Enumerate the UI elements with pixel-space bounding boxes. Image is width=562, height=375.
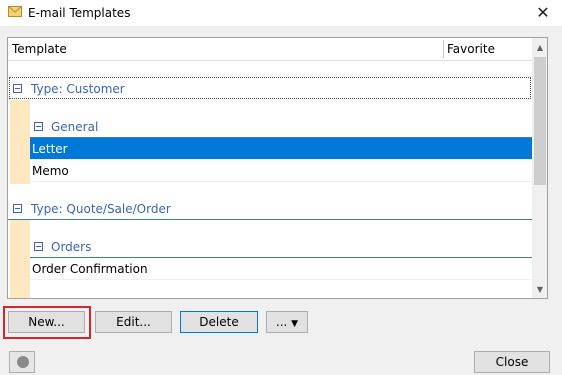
title-bar: E-mail Templates ✕ [0, 0, 562, 26]
column-separator[interactable] [443, 40, 444, 58]
envelope-icon [8, 6, 22, 17]
grid-rows: Type: Customer General Letter Memo Type:… [8, 60, 532, 298]
group-row-customer[interactable]: Type: Customer [8, 76, 532, 100]
subgroup-row-general[interactable]: General [30, 114, 532, 138]
template-name-cell: Memo [32, 164, 69, 178]
edit-button[interactable]: Edit... [95, 311, 172, 333]
table-row-letter[interactable]: Letter [30, 138, 532, 160]
scrollbar-thumb[interactable] [534, 57, 546, 185]
templates-grid: Template Favorite Type: Customer General… [7, 37, 548, 299]
group-divider [8, 219, 532, 220]
window-close-button[interactable]: ✕ [533, 3, 553, 23]
group-label: Type: Customer [31, 82, 125, 96]
column-header-template[interactable]: Template [12, 42, 67, 56]
subgroup-label: Orders [51, 240, 92, 254]
group-row-quote-sale-order[interactable]: Type: Quote/Sale/Order [8, 196, 532, 220]
subgroup-label: General [51, 120, 99, 134]
status-button[interactable] [9, 351, 35, 373]
more-button[interactable]: ... ▼ [266, 311, 308, 333]
window-title: E-mail Templates [28, 6, 131, 20]
delete-button[interactable]: Delete [180, 311, 258, 333]
collapse-icon[interactable] [34, 242, 43, 251]
template-name-cell: Letter [32, 142, 68, 156]
close-icon: ✕ [536, 3, 550, 22]
chevron-down-icon: ▼ [291, 319, 299, 329]
collapse-icon[interactable] [34, 122, 43, 131]
grid-header: Template Favorite [8, 38, 532, 61]
close-button[interactable]: Close [474, 351, 550, 373]
column-header-favorite[interactable]: Favorite [447, 42, 495, 56]
indent-bar [10, 100, 30, 184]
collapse-icon[interactable] [13, 84, 22, 93]
vertical-scrollbar[interactable]: ▲ ▼ [532, 38, 547, 298]
scroll-up-icon[interactable]: ▲ [532, 40, 547, 56]
group-label: Type: Quote/Sale/Order [31, 202, 171, 216]
subgroup-row-orders[interactable]: Orders [30, 234, 532, 258]
indent-bar [10, 220, 30, 298]
scroll-down-icon[interactable]: ▼ [532, 282, 547, 298]
more-label: ... [275, 315, 288, 329]
table-row-order-confirmation[interactable]: Order Confirmation [30, 258, 532, 280]
template-name-cell: Order Confirmation [32, 262, 148, 276]
new-button[interactable]: New... [8, 311, 85, 333]
table-row-memo[interactable]: Memo [30, 160, 532, 182]
collapse-icon[interactable] [13, 204, 22, 213]
status-disc-icon [17, 356, 29, 368]
